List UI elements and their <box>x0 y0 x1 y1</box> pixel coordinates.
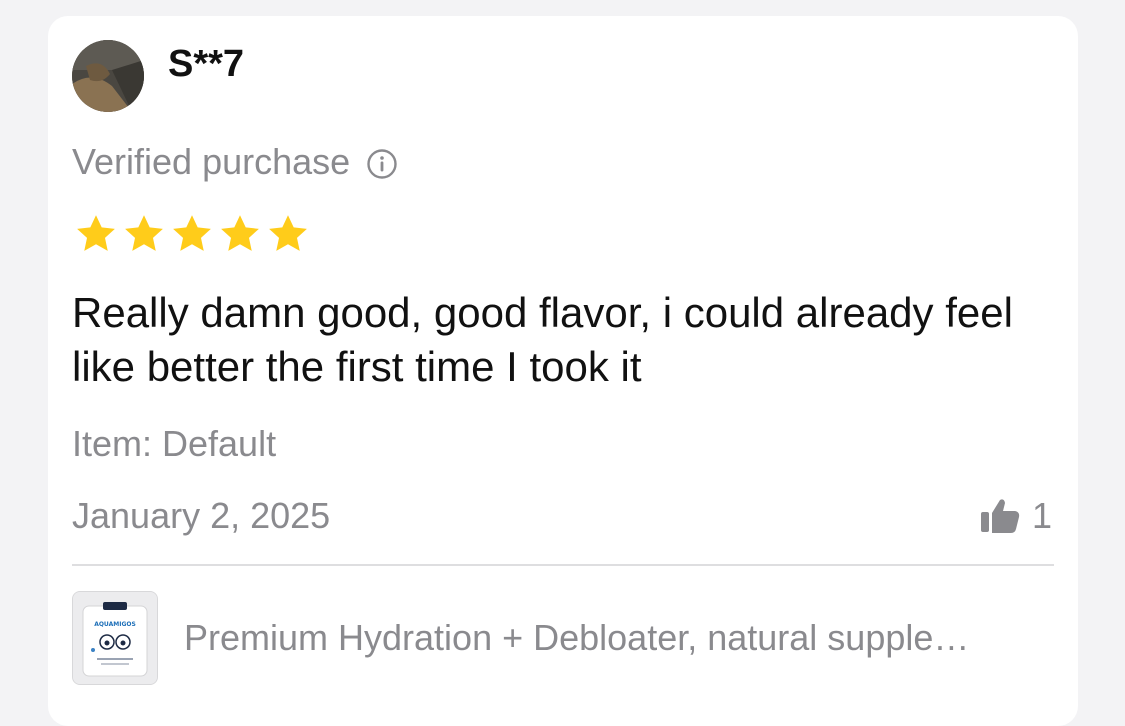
helpful-button[interactable]: 1 <box>978 494 1052 538</box>
item-variant: Item: Default <box>72 423 277 464</box>
username: S**7 <box>168 43 245 85</box>
star-icon <box>122 212 166 256</box>
review-text: Really damn good, good flavor, i could a… <box>72 289 1013 390</box>
review-date: January 2, 2025 <box>72 495 331 536</box>
product-brand-text: AQUAMIGOS <box>94 621 136 628</box>
avatar-image <box>72 40 144 112</box>
thumbs-up-icon <box>978 494 1022 538</box>
star-rating <box>74 212 310 256</box>
helpful-count: 1 <box>1031 495 1052 536</box>
avatar[interactable] <box>72 40 144 112</box>
product-link[interactable]: AQUAMIGOS Premium Hydration + Debloater,… <box>72 590 1054 686</box>
star-icon <box>74 212 118 256</box>
star-icon <box>266 212 310 256</box>
verified-purchase: Verified purchase <box>72 140 398 184</box>
review-card: S**7 Verified purchase Really damn good,… <box>48 16 1078 726</box>
product-title: Premium Hydration + Debloater, natural s… <box>184 617 970 658</box>
verified-label: Verified purchase <box>72 141 351 182</box>
star-icon <box>170 212 214 256</box>
info-circle-icon[interactable] <box>366 146 398 179</box>
divider <box>72 564 1054 566</box>
product-thumbnail: AQUAMIGOS <box>72 591 158 685</box>
star-icon <box>218 212 262 256</box>
